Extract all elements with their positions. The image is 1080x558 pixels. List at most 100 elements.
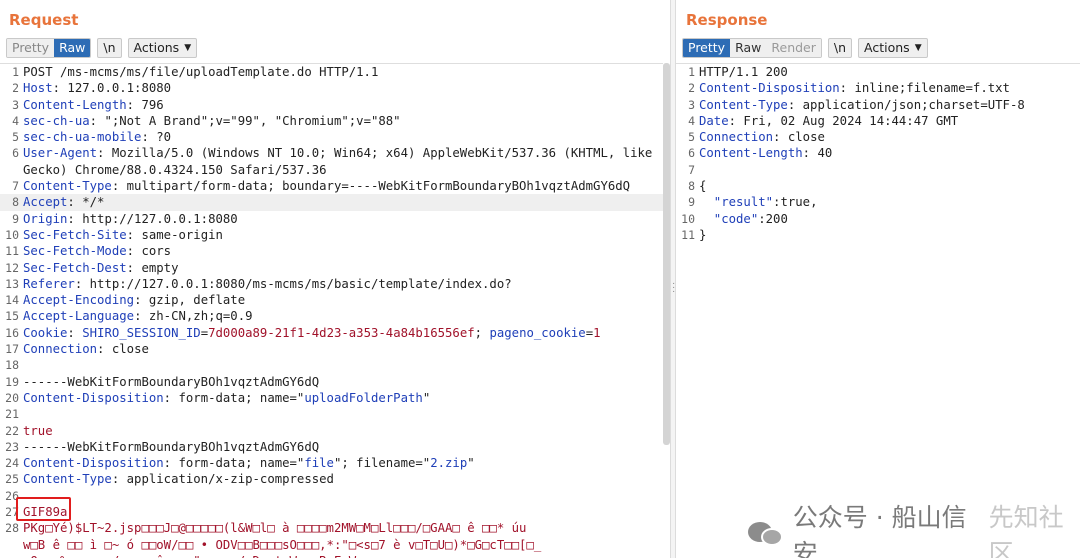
code-line: 16 Cookie: SHIRO_SESSION_ID=7d000a89-21f1… — [0, 325, 663, 341]
request-scrollbar[interactable] — [663, 63, 670, 445]
line-number: 1 — [688, 65, 695, 79]
request-view-toggle: Pretty Raw — [6, 38, 92, 58]
line-number: 11 — [5, 244, 19, 259]
line-number: 3 — [12, 97, 19, 112]
code-line: 26 — [0, 488, 663, 504]
line-number: 12 — [5, 260, 19, 275]
code-token: Content-Length — [699, 146, 803, 161]
line-code: Gecko) Chrome/88.0.4324.150 Safari/537.3… — [23, 162, 327, 178]
line-number: 4 — [688, 113, 695, 128]
code-line: 15 Accept-Language: zh-CN,zh;q=0.9 — [0, 308, 663, 324]
code-token: ------WebKitFormBoundaryBOh1vqztAdmGY6dQ — [23, 439, 320, 454]
drag-handle-icon[interactable]: · · · — [672, 279, 675, 297]
code-token: Gecko) Chrome/88.0.4324.150 Safari/537.3… — [23, 162, 327, 177]
line-code: PKg□Yé)$LT~2.jsp□□□J□@□□□□□(l&W□l□ à □□□… — [23, 520, 526, 536]
line-number: 11 — [681, 227, 695, 242]
code-token: SHIRO_SESSION_ID — [82, 325, 201, 340]
code-token: : application/x-zip-compressed — [111, 472, 334, 487]
code-line: 18 — [0, 357, 663, 373]
line-code: Connection: close — [699, 129, 825, 145]
line-number: 10 — [5, 227, 19, 242]
line-code: true — [23, 423, 53, 439]
highlight-box — [16, 497, 71, 521]
code-line: 2 Content-Disposition: inline;filename=f.… — [676, 80, 1080, 96]
code-token: Content-Disposition — [23, 390, 164, 405]
line-number: 18 — [5, 358, 19, 373]
line-code: Origin: http://127.0.0.1:8080 — [23, 211, 238, 227]
line-code: Date: Fri, 02 Aug 2024 14:44:47 GMT — [699, 113, 958, 129]
response-toolbar: Pretty Raw Render \n Actions ▼ — [682, 37, 934, 59]
code-token: Origin — [23, 211, 68, 226]
wechat-icon — [748, 519, 783, 549]
code-token: sec-ch-ua-mobile — [23, 130, 142, 145]
watermark-faded-text: 先知社区 — [988, 503, 1064, 558]
line-number: 22 — [5, 423, 19, 438]
response-pane: Response Pretty Raw Render \n Actions ▼ … — [676, 0, 1080, 558]
code-token: Content-Type — [23, 472, 112, 487]
request-newline-button[interactable]: \n — [97, 38, 122, 58]
code-token: Content-Type — [699, 97, 788, 112]
code-token: : application/json;charset=UTF-8 — [787, 97, 1025, 112]
line-code: Content-Type: application/json;charset=U… — [699, 97, 1025, 113]
line-code: Host: 127.0.0.1:8080 — [23, 80, 171, 96]
code-token: : form-data; name=" — [163, 390, 305, 405]
code-line: 3 Content-Type: application/json;charset=… — [676, 97, 1080, 113]
line-number: 17 — [5, 342, 19, 357]
code-token: : http://127.0.0.1:8080 — [67, 211, 238, 226]
line-code: Cookie: SHIRO_SESSION_ID=7d000a89-21f1-4… — [23, 325, 601, 341]
response-pretty-tab[interactable]: Pretty — [683, 39, 731, 57]
code-line: 23 ------WebKitFormBoundaryBOh1vqztAdmGY6… — [0, 439, 663, 455]
line-code: sec-ch-ua: ";Not A Brand";v="99", "Chrom… — [23, 113, 401, 129]
response-render-tab[interactable]: Render — [766, 39, 821, 57]
line-code: Connection: close — [23, 341, 149, 357]
request-editor[interactable]: 1 POST /ms-mcms/ms/file/uploadTemplate.do… — [0, 63, 663, 558]
code-token: Connection — [699, 130, 774, 145]
code-token: " — [467, 456, 475, 471]
code-token: : 127.0.0.1:8080 — [52, 81, 172, 96]
response-raw-tab[interactable]: Raw — [730, 39, 767, 57]
code-token: : gzip, deflate — [134, 293, 246, 308]
request-pretty-tab[interactable]: Pretty — [7, 39, 55, 57]
line-number: 19 — [5, 374, 19, 389]
line-code: POST /ms-mcms/ms/file/uploadTemplate.do … — [23, 64, 378, 80]
line-number: 2 — [12, 81, 19, 96]
line-number: 8 — [12, 195, 19, 210]
code-token: ; — [474, 325, 490, 340]
code-token: : same-origin — [126, 227, 223, 242]
code-line: 19 ------WebKitFormBoundaryBOh1vqztAdmGY6… — [0, 374, 663, 390]
line-number: 21 — [5, 407, 19, 422]
code-token: 1 — [593, 325, 601, 340]
code-line: 6 User-Agent: Mozilla/5.0 (Windows NT 10.… — [0, 145, 663, 161]
line-code: Content-Length: 796 — [23, 97, 164, 113]
request-raw-tab[interactable]: Raw — [54, 39, 91, 57]
line-number: 7 — [688, 162, 695, 177]
line-code: Content-Disposition: form-data; name="fi… — [23, 455, 475, 471]
response-actions-label: Actions — [864, 40, 910, 55]
response-title: Response — [686, 11, 768, 29]
code-line: Gecko) Chrome/88.0.4324.150 Safari/537.3… — [0, 162, 663, 178]
code-line: 8 Accept: */* — [0, 194, 663, 211]
response-newline-button[interactable]: \n — [827, 38, 853, 58]
code-token: Content-Disposition — [699, 81, 840, 96]
code-token: : 40 — [802, 146, 833, 161]
response-editor[interactable]: 1 HTTP/1.1 200 2 Content-Disposition: inlin… — [676, 63, 1080, 558]
code-token: □Q ~ %□□□ □ / □ ~ î □ "□□□□ / Đ □t□W □□R… — [23, 554, 378, 558]
code-line: 9 Origin: http://127.0.0.1:8080 — [0, 211, 663, 227]
code-token: Date — [699, 113, 729, 128]
line-number: 20 — [5, 390, 19, 405]
line-number: 4 — [12, 113, 19, 128]
code-line: 11 Sec-Fetch-Mode: cors — [0, 243, 663, 259]
code-token: : close — [773, 130, 825, 145]
code-line: w□B ê □□ ì □~ ó □□oW/□□ • ODV□□B□□□sO□□□… — [0, 537, 663, 553]
code-token: : ";Not A Brand";v="99", "Chromium";v="8… — [89, 113, 401, 128]
request-toolbar: Pretty Raw \n Actions ▼ — [6, 37, 203, 59]
code-line: 21 — [0, 406, 663, 422]
line-code: Content-Length: 40 — [699, 145, 832, 161]
code-token: Accept — [23, 195, 68, 210]
code-line: 2 Host: 127.0.0.1:8080 — [0, 80, 663, 96]
line-code: Accept-Encoding: gzip, deflate — [23, 292, 245, 308]
line-code: Sec-Fetch-Dest: empty — [23, 260, 178, 276]
request-actions-button[interactable]: Actions ▼ — [127, 38, 198, 58]
response-actions-button[interactable]: Actions ▼ — [858, 38, 928, 58]
code-token: file — [304, 456, 334, 471]
